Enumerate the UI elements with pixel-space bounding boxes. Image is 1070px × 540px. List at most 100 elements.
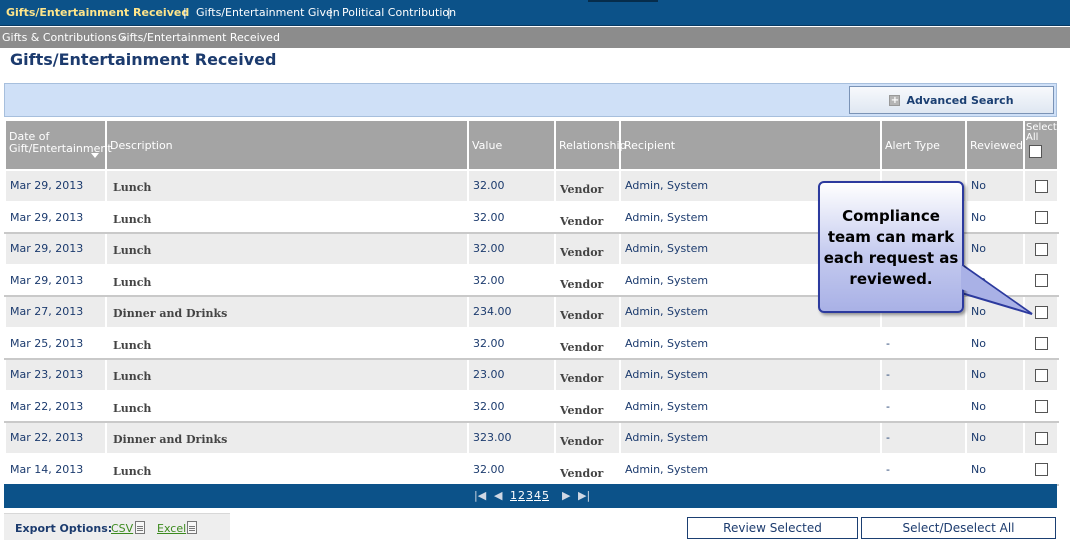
row-select-checkbox[interactable] <box>1034 337 1048 350</box>
cell-select <box>1023 326 1059 360</box>
top-nav: Gifts/Entertainment Received | Gifts/Ent… <box>0 0 1070 26</box>
page-link-1[interactable]: 1 <box>510 489 517 502</box>
row-select-checkbox[interactable] <box>1034 274 1048 287</box>
cell-relationship: Vendor <box>554 358 621 392</box>
cell-description[interactable]: Lunch <box>105 200 469 234</box>
cell-date: Mar 29, 2013 <box>4 200 107 234</box>
cell-description[interactable]: Lunch <box>105 263 469 297</box>
export-excel-link[interactable]: Excel <box>157 522 186 535</box>
cell-relationship: Vendor <box>554 389 621 423</box>
pagination-bar: |◀ ◀ 1 2 3 4 5 ▶ ▶| <box>4 484 1057 508</box>
column-header-reviewed[interactable]: Reviewed <box>965 119 1025 171</box>
cell-relationship: Vendor <box>554 421 621 455</box>
nav-tab-gifts-given[interactable]: Gifts/Entertainment Given <box>196 6 340 19</box>
advanced-search-button[interactable]: + Advanced Search <box>849 86 1054 114</box>
cell-description[interactable]: Lunch <box>105 389 469 423</box>
cell-description[interactable]: Lunch <box>105 358 469 392</box>
row-select-checkbox[interactable] <box>1034 305 1048 319</box>
nav-corner-accent <box>588 0 658 2</box>
nav-separator: | <box>183 6 187 19</box>
search-bar: + Advanced Search <box>4 83 1057 117</box>
cell-alert-type: - <box>880 326 967 360</box>
cell-value: 32.00 <box>467 389 556 423</box>
cell-reviewed: No <box>965 421 1025 455</box>
cell-reviewed: No <box>965 326 1025 360</box>
cell-relationship: Vendor <box>554 326 621 360</box>
plus-icon: + <box>889 95 901 106</box>
cell-date: Mar 22, 2013 <box>4 421 107 455</box>
export-csv-link[interactable]: CSV <box>111 522 133 535</box>
cell-date: Mar 29, 2013 <box>4 232 107 266</box>
previous-page-button[interactable]: ◀ <box>494 489 502 502</box>
sort-down-icon <box>91 153 99 158</box>
page-link-2[interactable]: 2 <box>518 489 525 502</box>
cell-reviewed: No <box>965 295 1025 329</box>
cell-description[interactable]: Lunch <box>105 452 469 486</box>
cell-value: 32.00 <box>467 232 556 266</box>
table-row: Mar 25, 2013 Lunch 32.00 Vendor Admin, S… <box>4 326 1059 360</box>
cell-recipient: Admin, System <box>619 421 882 455</box>
cell-value: 32.00 <box>467 452 556 486</box>
table-header-row: Date of Gift/Entertainment Description V… <box>4 119 1059 171</box>
row-select-checkbox[interactable] <box>1034 179 1048 193</box>
column-header-recipient[interactable]: Recipient <box>619 119 882 171</box>
nav-tab-gifts-received[interactable]: Gifts/Entertainment Received <box>6 6 189 19</box>
column-header-relationship[interactable]: Relationship <box>554 119 627 171</box>
cell-value: 32.00 <box>467 200 556 234</box>
cell-value: 323.00 <box>467 421 556 455</box>
row-select-checkbox[interactable] <box>1034 431 1048 445</box>
cell-reviewed: No <box>965 263 1025 297</box>
row-select-checkbox[interactable] <box>1034 211 1048 224</box>
row-select-checkbox[interactable] <box>1034 400 1048 413</box>
cell-select <box>1023 232 1059 266</box>
select-all-checkbox[interactable] <box>1029 145 1042 158</box>
table-row: Mar 22, 2013 Dinner and Drinks 323.00 Ve… <box>4 421 1059 455</box>
column-header-value[interactable]: Value <box>467 119 556 171</box>
cell-date: Mar 22, 2013 <box>4 389 107 423</box>
row-select-checkbox[interactable] <box>1034 368 1048 382</box>
row-select-checkbox[interactable] <box>1034 463 1048 476</box>
cell-reviewed: No <box>965 389 1025 423</box>
excel-file-icon[interactable] <box>187 521 197 534</box>
cell-date: Mar 27, 2013 <box>4 295 107 329</box>
cell-relationship: Vendor <box>554 295 621 329</box>
csv-file-icon[interactable] <box>135 521 145 534</box>
first-page-button[interactable]: |◀ <box>474 489 486 502</box>
column-header-description[interactable]: Description <box>105 119 469 171</box>
cell-value: 32.00 <box>467 326 556 360</box>
column-header-date[interactable]: Date of Gift/Entertainment <box>4 119 112 171</box>
cell-relationship: Vendor <box>554 452 621 486</box>
cell-description[interactable]: Lunch <box>105 326 469 360</box>
page-link-4[interactable]: 4 <box>534 489 541 502</box>
cell-relationship: Vendor <box>554 200 621 234</box>
nav-separator: | <box>447 6 451 19</box>
cell-select <box>1023 169 1059 203</box>
last-page-button[interactable]: ▶| <box>578 489 590 502</box>
cell-alert-type: - <box>880 421 967 455</box>
cell-reviewed: No <box>965 452 1025 486</box>
next-page-button[interactable]: ▶ <box>562 489 570 502</box>
cell-select <box>1023 263 1059 297</box>
cell-description[interactable]: Dinner and Drinks <box>105 295 469 329</box>
row-select-checkbox[interactable] <box>1034 242 1048 256</box>
cell-recipient: Admin, System <box>619 452 882 486</box>
page-link-3[interactable]: 3 <box>526 489 533 502</box>
callout-annotation: Compliance team can mark each request as… <box>818 181 964 313</box>
breadcrumb-parent[interactable]: Gifts & Contributions » <box>2 31 127 44</box>
cell-description[interactable]: Lunch <box>105 169 469 203</box>
nav-separator: | <box>329 6 333 19</box>
export-options-label: Export Options: <box>15 522 113 535</box>
cell-value: 32.00 <box>467 169 556 203</box>
review-selected-button[interactable]: Review Selected <box>687 517 858 539</box>
cell-value: 234.00 <box>467 295 556 329</box>
table-row: Mar 23, 2013 Lunch 23.00 Vendor Admin, S… <box>4 358 1059 392</box>
nav-tab-political-contribution[interactable]: Political Contribution <box>342 6 456 19</box>
select-deselect-all-button[interactable]: Select/Deselect All <box>861 517 1056 539</box>
cell-description[interactable]: Dinner and Drinks <box>105 421 469 455</box>
cell-description[interactable]: Lunch <box>105 232 469 266</box>
cell-recipient: Admin, System <box>619 389 882 423</box>
table-row: Mar 22, 2013 Lunch 32.00 Vendor Admin, S… <box>4 389 1059 423</box>
column-header-alert-type[interactable]: Alert Type <box>880 119 967 171</box>
page-link-5[interactable]: 5 <box>542 489 549 502</box>
cell-recipient: Admin, System <box>619 326 882 360</box>
